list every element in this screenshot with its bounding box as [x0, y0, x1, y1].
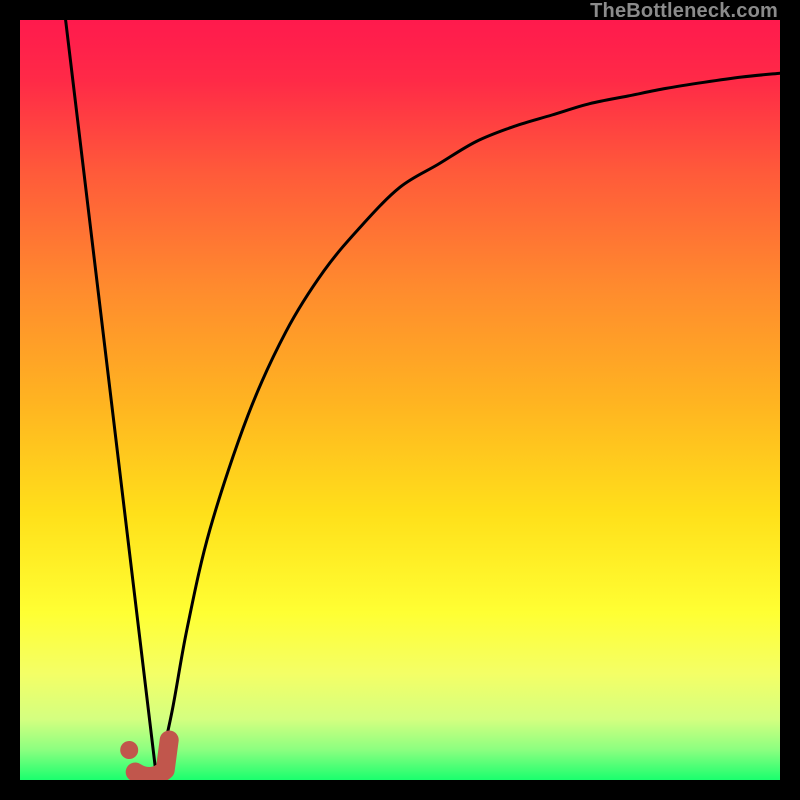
plot-area — [20, 20, 780, 780]
chart-frame: TheBottleneck.com — [0, 0, 800, 800]
optimal-marker — [20, 20, 780, 780]
